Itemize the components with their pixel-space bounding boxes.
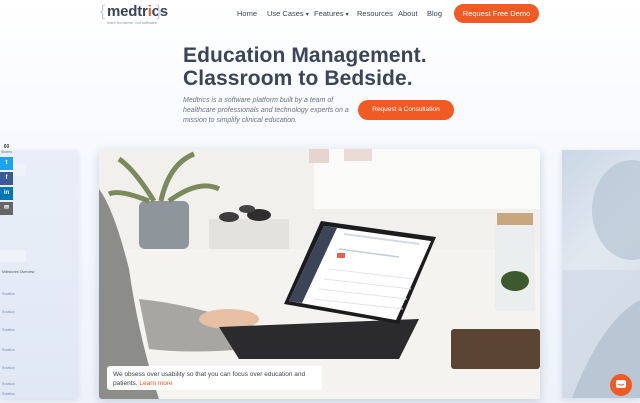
site-header: { medtrics } learn medicine, not softwar…	[0, 0, 640, 30]
nav-blog[interactable]: Blog	[427, 9, 442, 18]
twitter-share-button[interactable]: t	[0, 157, 13, 170]
slide-row: Rotation	[2, 366, 16, 370]
logo-right-brace: }	[156, 3, 162, 20]
slide-strip	[0, 250, 26, 262]
nav-use-cases[interactable]: Use Cases ▾	[267, 9, 309, 18]
tablet-photo	[99, 149, 540, 399]
chat-icon	[616, 380, 626, 388]
logo-left-brace: {	[100, 3, 106, 20]
email-share-button[interactable]: ✉	[0, 202, 13, 215]
request-demo-button[interactable]: Request Free Demo	[454, 4, 539, 23]
hero-title: Education Management. Classroom to Bedsi…	[183, 44, 427, 90]
request-consultation-button[interactable]: Request a Consultation	[358, 100, 454, 120]
hero-subtitle: Medtrics is a software platform built by…	[183, 97, 349, 124]
nav-about[interactable]: About	[398, 9, 418, 18]
facebook-icon: f	[5, 175, 8, 181]
chevron-down-icon: ▾	[305, 12, 309, 18]
share-rail: 60 Shares t f in ✉	[0, 144, 13, 215]
email-icon: ✉	[3, 205, 10, 211]
nav-home[interactable]: Home	[237, 9, 257, 18]
share-label: Shares	[0, 150, 13, 154]
photo-caption: We obsess over usability so that you can…	[107, 366, 322, 390]
hero-photo-card	[99, 149, 540, 399]
chevron-down-icon: ▾	[345, 12, 349, 18]
linkedin-icon: in	[3, 190, 10, 196]
slide-row: Rotation	[2, 348, 16, 352]
medtrics-logo[interactable]: { medtrics } learn medicine, not softwar…	[100, 3, 168, 26]
logo-tagline: learn medicine, not software	[107, 20, 158, 25]
facebook-share-button[interactable]: f	[0, 172, 13, 185]
slide-row: Rotation	[2, 392, 16, 396]
nav-features[interactable]: Features ▾	[314, 9, 349, 18]
nav-resources[interactable]: Resources	[357, 9, 393, 18]
slide-row: Rotation	[2, 328, 16, 332]
slide-row: Rotation	[2, 292, 16, 296]
carousel-next-slide[interactable]	[562, 150, 640, 398]
chat-launcher-button[interactable]	[610, 374, 632, 396]
next-slide-photo	[562, 160, 640, 398]
twitter-icon: t	[5, 160, 8, 166]
hero-title-line-1: Education Management.	[183, 44, 427, 67]
slide-header: Milestones Overview	[2, 270, 35, 274]
linkedin-share-button[interactable]: in	[0, 187, 13, 200]
slide-row: Rotation	[2, 310, 16, 314]
hero-title-line-2: Classroom to Bedside.	[183, 67, 413, 90]
learn-more-link[interactable]: Learn more	[139, 380, 172, 387]
slide-row: Rotation	[2, 382, 16, 386]
